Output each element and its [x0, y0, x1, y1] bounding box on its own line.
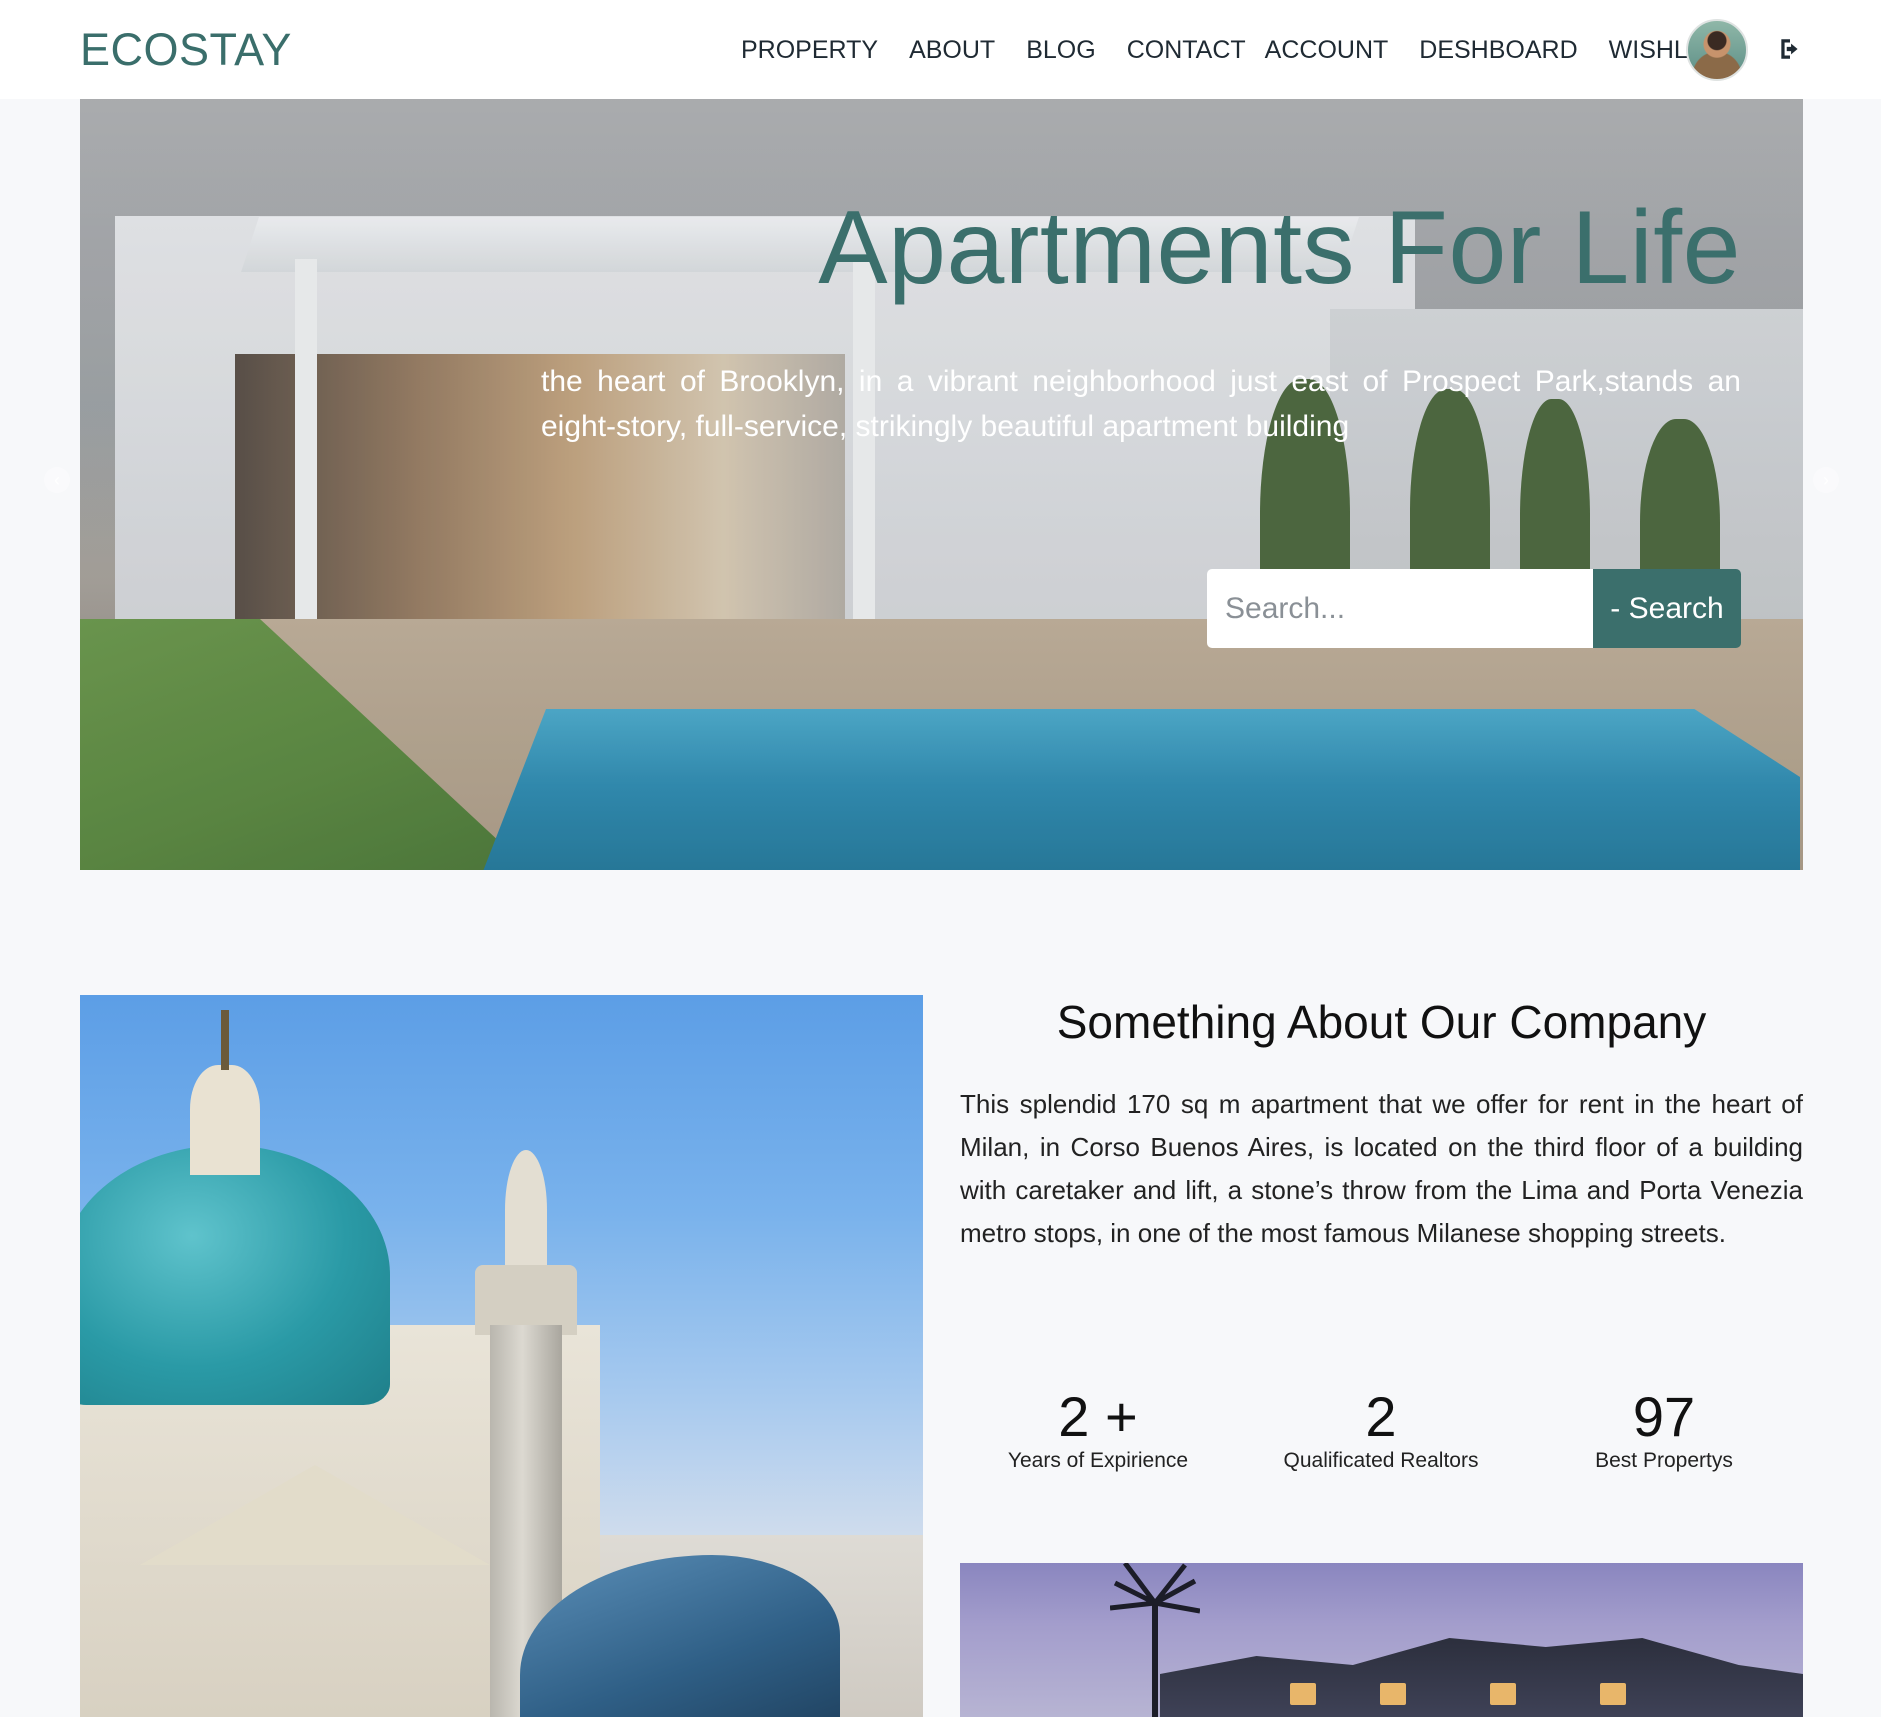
about-text: This splendid 170 sq m apartment that we… [960, 1089, 1803, 1248]
church-lantern [190, 1065, 260, 1175]
stat-label: Years of Expirience [1007, 1449, 1189, 1472]
villa-window [1290, 1683, 1316, 1705]
church-spire [221, 1010, 229, 1070]
stat-properties: 97 Best Propertys [1524, 1385, 1804, 1473]
about-image [80, 995, 923, 1717]
chevron-left-icon[interactable]: ‹ [44, 467, 70, 493]
chevron-right-icon[interactable]: › [1813, 467, 1839, 493]
stat-realtors: 2 Qualificated Realtors [1241, 1385, 1521, 1473]
nav-link-about[interactable]: ABOUT [909, 36, 995, 65]
nav-link-account[interactable]: ACCOUNT [1265, 36, 1389, 65]
nav-link-dashboard[interactable]: DESHBOARD [1419, 36, 1577, 65]
stat-value: 2 [1365, 1385, 1397, 1448]
nav-link-blog[interactable]: BLOG [1026, 36, 1095, 65]
villa-building [1160, 1638, 1803, 1717]
stat-label: Best Propertys [1595, 1449, 1733, 1472]
church-dome [80, 1145, 390, 1405]
stat-experience: 2 + Years of Expirience [958, 1385, 1238, 1473]
search-input[interactable] [1207, 569, 1593, 648]
brand-logo[interactable]: ECOSTAY [80, 24, 292, 76]
column-cap [505, 1150, 547, 1270]
user-avatar[interactable] [1686, 19, 1748, 81]
sign-out-icon[interactable] [1777, 36, 1803, 62]
stat-label: Qualificated Realtors [1283, 1449, 1479, 1472]
nav-link-property[interactable]: PROPERTY [741, 36, 878, 65]
villa-window [1380, 1683, 1406, 1705]
property-image [960, 1563, 1803, 1717]
navbar: ECOSTAY PROPERTY ABOUT BLOG CONTACT ACCO… [0, 0, 1881, 99]
hero-description: the heart of Brooklyn, in a vibrant neig… [541, 365, 1741, 443]
villa-window [1490, 1683, 1516, 1705]
nav-links: PROPERTY ABOUT BLOG CONTACT ACCOUNT DESH… [741, 36, 1727, 65]
hero-title: Apartments For Life [818, 190, 1741, 306]
stat-value: 2 + [1058, 1385, 1138, 1448]
stat-value: 97 [1632, 1385, 1696, 1448]
about-title: Something About Our Company [1056, 996, 1707, 1048]
hero-banner: Apartments For Life the heart of Brookly… [80, 99, 1803, 870]
search-form: - Search [1207, 569, 1741, 648]
villa-window [1600, 1683, 1626, 1705]
nav-link-contact[interactable]: CONTACT [1127, 36, 1246, 65]
search-button[interactable]: - Search [1593, 569, 1741, 648]
